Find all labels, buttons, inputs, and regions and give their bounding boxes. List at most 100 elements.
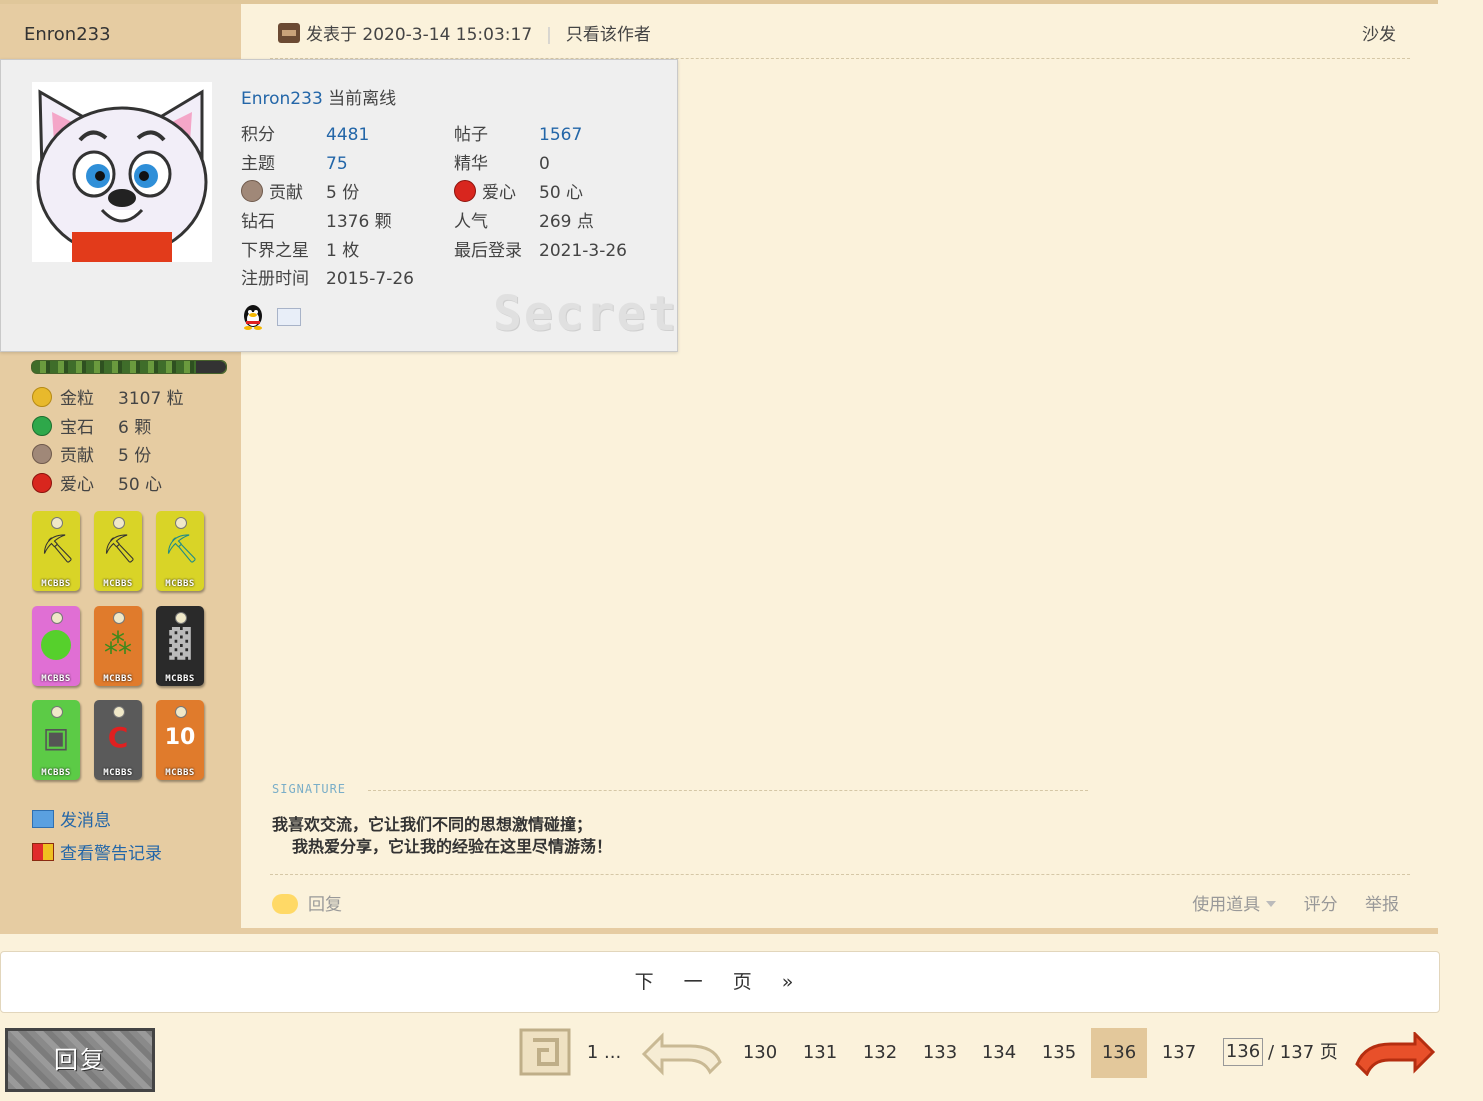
card-stat-row: 钻石 1376 颗	[241, 207, 392, 232]
page-current: 136	[1091, 1028, 1147, 1078]
card-username-link[interactable]: Enron233	[241, 89, 323, 109]
pickaxe-medal-icon[interactable]: ⛏ MCBBS	[94, 511, 142, 591]
post-footer-divider	[270, 874, 1410, 875]
stat-value: 2015-7-26	[326, 269, 414, 289]
stat-key: 最后登录	[454, 241, 522, 261]
avatar[interactable]	[32, 82, 212, 262]
apple-medal-icon[interactable]: MCBBS	[32, 606, 80, 686]
view-warnings-link[interactable]: 查看警告记录	[32, 839, 162, 864]
stat-key: 钻石	[241, 212, 275, 232]
page-jump-input[interactable]: 136	[1223, 1038, 1263, 1066]
only-author-link[interactable]: 只看该作者	[566, 25, 651, 45]
stat-key: 下界之星	[241, 241, 309, 261]
card-stat-row: 贡献 5 份	[241, 178, 359, 203]
chevron-down-icon	[1266, 901, 1277, 907]
stat-label: 金粒	[60, 389, 94, 409]
stat-contribution: 贡献 5 份	[32, 441, 151, 466]
floor-number[interactable]: 沙发	[1362, 20, 1396, 45]
pickaxe-medal-icon[interactable]: ⛏ MCBBS	[156, 511, 204, 591]
page-link[interactable]: 133	[918, 1028, 962, 1078]
stat-value: 6 颗	[118, 418, 152, 438]
stat-label: 爱心	[60, 475, 94, 495]
next-page-arrow-icon[interactable]	[1353, 1032, 1437, 1076]
use-item-label: 使用道具	[1192, 895, 1261, 915]
stat-label: 宝石	[60, 418, 94, 438]
stat-value: 0	[539, 154, 550, 174]
signature-line: 我喜欢交流，它让我们不同的思想激情碰撞；	[272, 815, 593, 834]
card-stat-row: 爱心 50 心	[454, 178, 583, 203]
back-to-list-icon[interactable]	[519, 1028, 571, 1076]
reply-label: 回复	[308, 895, 342, 915]
send-message-link[interactable]: 发消息	[32, 806, 111, 831]
seeds-medal-icon[interactable]: ⁂ MCBBS	[94, 606, 142, 686]
post-header: 发表于 2020-3-14 15:03:17 | 只看该作者	[278, 20, 651, 45]
stat-value: 5 份	[326, 183, 360, 203]
page-link[interactable]: 135	[1037, 1028, 1081, 1078]
secret-watermark: Secret	[493, 286, 679, 342]
author-online-icon	[278, 23, 300, 43]
card-stat-row: 帖子 1567	[454, 120, 582, 145]
stat-value-link[interactable]: 75	[326, 154, 348, 174]
stat-value: 1376 颗	[326, 212, 392, 232]
prev-page-arrow-icon[interactable]	[640, 1032, 724, 1076]
post-actions: 使用道具 评分 举报	[1148, 890, 1399, 915]
minecart-medal-icon[interactable]: ▣ MCBBS	[32, 700, 80, 780]
c-block-medal-icon[interactable]: C MCBBS	[94, 700, 142, 780]
online-status: 当前离线	[328, 89, 397, 109]
stat-value-link[interactable]: 1567	[539, 125, 582, 145]
stat-key: 爱心	[482, 183, 516, 203]
pagination: 1 ... 130 131 132 133 134 135 136 137 13…	[0, 1028, 1483, 1078]
reply-link[interactable]: 回复	[272, 890, 342, 915]
card-stat-row: 人气 269 点	[454, 207, 594, 232]
stat-value: 50 心	[118, 475, 163, 495]
use-item-dropdown[interactable]: 使用道具	[1170, 895, 1277, 915]
page-link[interactable]: 130	[738, 1028, 782, 1078]
post-date: 发表于 2020-3-14 15:03:17	[306, 25, 533, 45]
level-progress-remaining	[196, 361, 226, 373]
cat-avatar-icon	[32, 82, 212, 262]
page-link[interactable]: 132	[858, 1028, 902, 1078]
rate-button[interactable]: 评分	[1304, 895, 1338, 915]
card-username-row: Enron233 当前离线	[241, 84, 396, 109]
stat-value-link[interactable]: 4481	[326, 125, 369, 145]
emerald-icon	[32, 416, 52, 436]
card-stat-row: 主题 75	[241, 149, 348, 174]
report-button[interactable]: 举报	[1365, 895, 1399, 915]
stat-value: 5 份	[118, 446, 152, 466]
ten-medal-icon[interactable]: 10 MCBBS	[156, 700, 204, 780]
author-name[interactable]: Enron233	[24, 24, 111, 45]
stat-value: 269 点	[539, 212, 594, 232]
header-separator: |	[546, 25, 552, 45]
stat-gold: 金粒 3107 粒	[32, 384, 184, 409]
pickaxe-medal-icon[interactable]: ⛏ MCBBS	[32, 511, 80, 591]
signature-divider	[368, 790, 1088, 791]
stat-key: 主题	[241, 154, 275, 174]
page-link[interactable]: 137	[1157, 1028, 1201, 1078]
stat-value: 2021-3-26	[539, 241, 627, 261]
ore-medal-icon[interactable]: ▓ MCBBS	[156, 606, 204, 686]
card-stat-row: 下界之星 1 枚	[241, 236, 359, 261]
stat-key: 人气	[454, 212, 488, 232]
qq-penguin-icon[interactable]	[241, 304, 265, 330]
page-link[interactable]: 131	[798, 1028, 842, 1078]
stat-heart: 爱心 50 心	[32, 470, 162, 495]
card-stat-row: 积分 4481	[241, 120, 369, 145]
heart-icon	[32, 473, 52, 493]
stat-gem: 宝石 6 颗	[32, 413, 151, 438]
contribution-icon	[241, 180, 263, 202]
signature-label: SIGNATURE	[272, 782, 347, 796]
stat-key: 精华	[454, 154, 488, 174]
user-info-popup: Enron233 当前离线 积分 4481 主题 75 贡献 5 份 钻石 1376 颗…	[0, 59, 678, 352]
level-progress-bar	[31, 360, 227, 374]
page-link[interactable]: 134	[977, 1028, 1021, 1078]
next-page-button[interactable]: 下 一 页 »	[0, 951, 1440, 1013]
card-stat-row: 注册时间 2015-7-26	[241, 264, 414, 289]
profile-card-icon[interactable]	[277, 308, 301, 326]
gold-nugget-icon	[32, 387, 52, 407]
warning-card-icon	[32, 843, 54, 861]
stat-label: 贡献	[60, 446, 94, 466]
page-total: / 137 页	[1268, 1042, 1338, 1063]
page-first-link[interactable]: 1 ...	[586, 1028, 622, 1078]
signature-line: 我热爱分享，它让我的经验在这里尽情游荡！	[292, 837, 613, 856]
card-stat-row: 最后登录 2021-3-26	[454, 236, 627, 261]
